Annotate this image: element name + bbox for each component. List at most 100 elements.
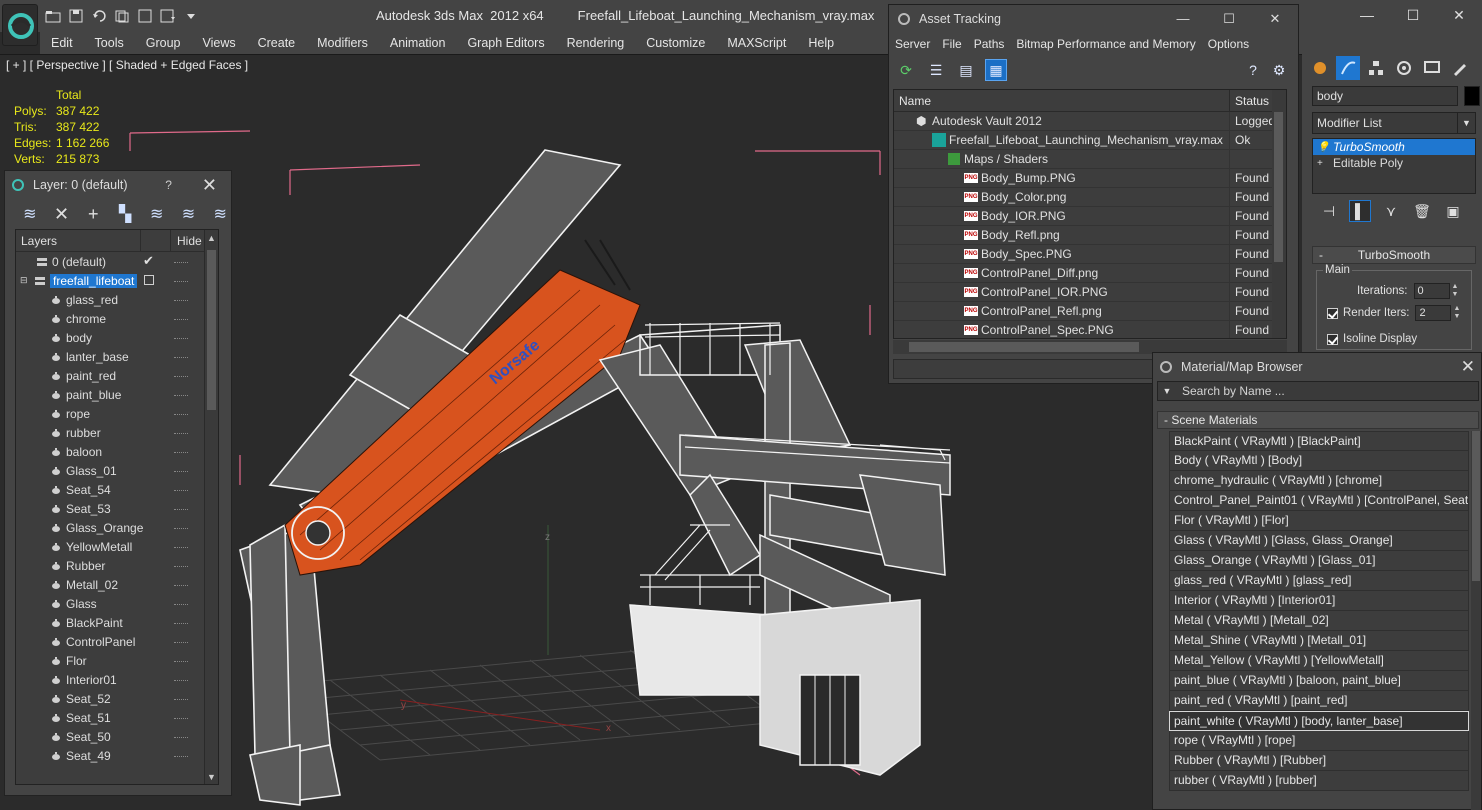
asset-menu-bitmap[interactable]: Bitmap Performance and Memory xyxy=(1010,37,1201,51)
menu-animation[interactable]: Animation xyxy=(379,36,457,50)
close-button[interactable]: ✕ xyxy=(1436,0,1482,30)
asset-menu-paths[interactable]: Paths xyxy=(968,37,1011,51)
bulb-icon[interactable]: 💡 xyxy=(1317,142,1329,153)
menu-create[interactable]: Create xyxy=(247,36,307,50)
asset-row[interactable]: PNG Body_Refl.png Found xyxy=(894,225,1286,245)
refresh-icon[interactable]: ⟳ xyxy=(895,59,917,81)
material-item[interactable]: Interior ( VRayMtl ) [Interior01] xyxy=(1169,591,1469,611)
save-icon[interactable] xyxy=(67,7,85,25)
maximize-button[interactable]: ☐ xyxy=(1206,11,1252,27)
hide-toggle[interactable] xyxy=(174,300,188,301)
hide-toggle[interactable] xyxy=(174,452,188,453)
menu-views[interactable]: Views xyxy=(191,36,246,50)
layer-object-row[interactable]: ControlPanel xyxy=(16,632,218,651)
layer-object-row[interactable]: BlackPaint xyxy=(16,613,218,632)
asset-row[interactable]: PNG Body_Spec.PNG Found xyxy=(894,244,1286,264)
layer-object-row[interactable]: Seat_54 xyxy=(16,480,218,499)
layer-object-row[interactable]: Metall_02 xyxy=(16,575,218,594)
chevron-down-icon[interactable]: ▼ xyxy=(1457,113,1475,133)
menu-modifiers[interactable]: Modifiers xyxy=(306,36,379,50)
make-unique-icon[interactable]: ⋎ xyxy=(1380,200,1402,222)
layer-object-row[interactable]: Flor xyxy=(16,651,218,670)
chevron-down-icon[interactable]: ▼ xyxy=(1158,386,1176,396)
col-name[interactable]: Name xyxy=(894,90,1230,111)
hide-all-layers-icon[interactable]: ≋ xyxy=(178,204,200,224)
material-item[interactable]: Glass ( VRayMtl ) [Glass, Glass_Orange] xyxy=(1169,531,1469,551)
layer-object-row[interactable]: Rubber xyxy=(16,556,218,575)
material-item[interactable]: chrome_hydraulic ( VRayMtl ) [chrome] xyxy=(1169,471,1469,491)
maximize-button[interactable]: ☐ xyxy=(1390,0,1436,30)
layer-object-row[interactable]: Glass_01 xyxy=(16,461,218,480)
hide-toggle[interactable] xyxy=(174,680,188,681)
hide-toggle[interactable] xyxy=(174,528,188,529)
menu-maxscript[interactable]: MAXScript xyxy=(716,36,797,50)
menu-graph-editors[interactable]: Graph Editors xyxy=(456,36,555,50)
hide-toggle[interactable] xyxy=(174,357,188,358)
hide-toggle[interactable] xyxy=(174,642,188,643)
asset-row[interactable]: ⬢ Autodesk Vault 2012 Logged xyxy=(894,111,1286,131)
layer-object-row[interactable]: Glass_Orange xyxy=(16,518,218,537)
isoline-checkbox[interactable] xyxy=(1327,333,1338,345)
layer-object-row[interactable]: rubber xyxy=(16,423,218,442)
layer-object-row[interactable]: Seat_51 xyxy=(16,708,218,727)
hide-toggle[interactable] xyxy=(174,623,188,624)
material-item[interactable]: Rubber ( VRayMtl ) [Rubber] xyxy=(1169,751,1469,771)
menu-tools[interactable]: Tools xyxy=(84,36,135,50)
hide-toggle[interactable] xyxy=(174,547,188,548)
list-view-icon[interactable]: ☰ xyxy=(925,59,947,81)
col-status[interactable]: Status xyxy=(1230,90,1269,111)
layer-object-row[interactable]: paint_red xyxy=(16,366,218,385)
hide-toggle[interactable] xyxy=(174,262,188,263)
hide-toggle[interactable] xyxy=(174,471,188,472)
help-settings-icon[interactable]: ⚙ xyxy=(1268,59,1290,81)
viewport-label[interactable]: [ + ] [ Perspective ] [ Shaded + Edged F… xyxy=(6,58,248,72)
current-layer-box[interactable] xyxy=(144,275,154,285)
hide-toggle[interactable] xyxy=(174,566,188,567)
asset-row[interactable]: PNG Body_IOR.PNG Found xyxy=(894,206,1286,226)
remove-modifier-icon[interactable]: 🗑 xyxy=(1411,200,1433,222)
hide-toggle[interactable] xyxy=(174,585,188,586)
close-button[interactable]: ✕ xyxy=(202,175,217,196)
object-name-field[interactable]: body xyxy=(1312,86,1458,106)
hide-toggle[interactable] xyxy=(174,414,188,415)
modify-tab-icon[interactable] xyxy=(1336,56,1360,80)
hide-toggle[interactable] xyxy=(174,281,188,282)
scroll-thumb[interactable] xyxy=(207,250,216,410)
material-item[interactable]: paint_white ( VRayMtl ) [body, lanter_ba… xyxy=(1169,711,1469,731)
show-end-result-icon[interactable]: ▌ xyxy=(1349,200,1371,222)
stack-item-editable-poly[interactable]: + Editable Poly xyxy=(1313,155,1475,171)
layer-object-row[interactable]: Seat_53 xyxy=(16,499,218,518)
stack-item-turbosmooth[interactable]: 💡 TurboSmooth xyxy=(1313,139,1475,155)
add-to-layer-icon[interactable]: + xyxy=(82,204,104,224)
table-view-icon[interactable]: ▤ xyxy=(955,59,977,81)
layer-list[interactable]: Layers Hide 0 (default) ✔ ⊟ freefall_lif… xyxy=(15,229,219,785)
material-item[interactable]: rubber ( VRayMtl ) [rubber] xyxy=(1169,771,1469,791)
material-item[interactable]: paint_red ( VRayMtl ) [paint_red] xyxy=(1169,691,1469,711)
layer-scrollbar[interactable]: ▲ ▼ xyxy=(204,230,218,784)
material-item[interactable]: Glass_Orange ( VRayMtl ) [Glass_01] xyxy=(1169,551,1469,571)
scroll-down-icon[interactable]: ▼ xyxy=(207,772,216,782)
utilities-tab-icon[interactable] xyxy=(1448,56,1472,80)
minimize-button[interactable]: — xyxy=(1160,11,1206,27)
delete-layer-icon[interactable]: ✕ xyxy=(51,204,73,224)
modifier-stack[interactable]: 💡 TurboSmooth + Editable Poly xyxy=(1312,138,1476,194)
create-tab-icon[interactable] xyxy=(1308,56,1332,80)
hide-toggle[interactable] xyxy=(174,395,188,396)
menu-group[interactable]: Group xyxy=(135,36,192,50)
close-button[interactable]: ✕ xyxy=(1461,357,1475,377)
object-color-swatch[interactable] xyxy=(1464,86,1480,106)
search-input[interactable]: Search by Name ... xyxy=(1176,384,1285,398)
menu-customize[interactable]: Customize xyxy=(635,36,716,50)
col-layers[interactable]: Layers xyxy=(16,234,140,248)
material-item[interactable]: rope ( VRayMtl ) [rope] xyxy=(1169,731,1469,751)
spinner-arrows-icon[interactable]: ▲ ▼ xyxy=(1452,283,1460,299)
material-browser-header[interactable]: Material/Map Browser ✕ xyxy=(1153,353,1481,381)
asset-row[interactable]: PNG ControlPanel_Refl.png Found xyxy=(894,301,1286,321)
col-hide[interactable]: Hide xyxy=(170,230,202,252)
hierarchy-tab-icon[interactable] xyxy=(1364,56,1388,80)
help-icon[interactable]: ? xyxy=(1242,59,1264,81)
hide-toggle[interactable] xyxy=(174,699,188,700)
hide-toggle[interactable] xyxy=(174,604,188,605)
material-item[interactable]: BlackPaint ( VRayMtl ) [BlackPaint] xyxy=(1169,431,1469,451)
iterations-spinner[interactable]: 0 xyxy=(1413,283,1450,299)
